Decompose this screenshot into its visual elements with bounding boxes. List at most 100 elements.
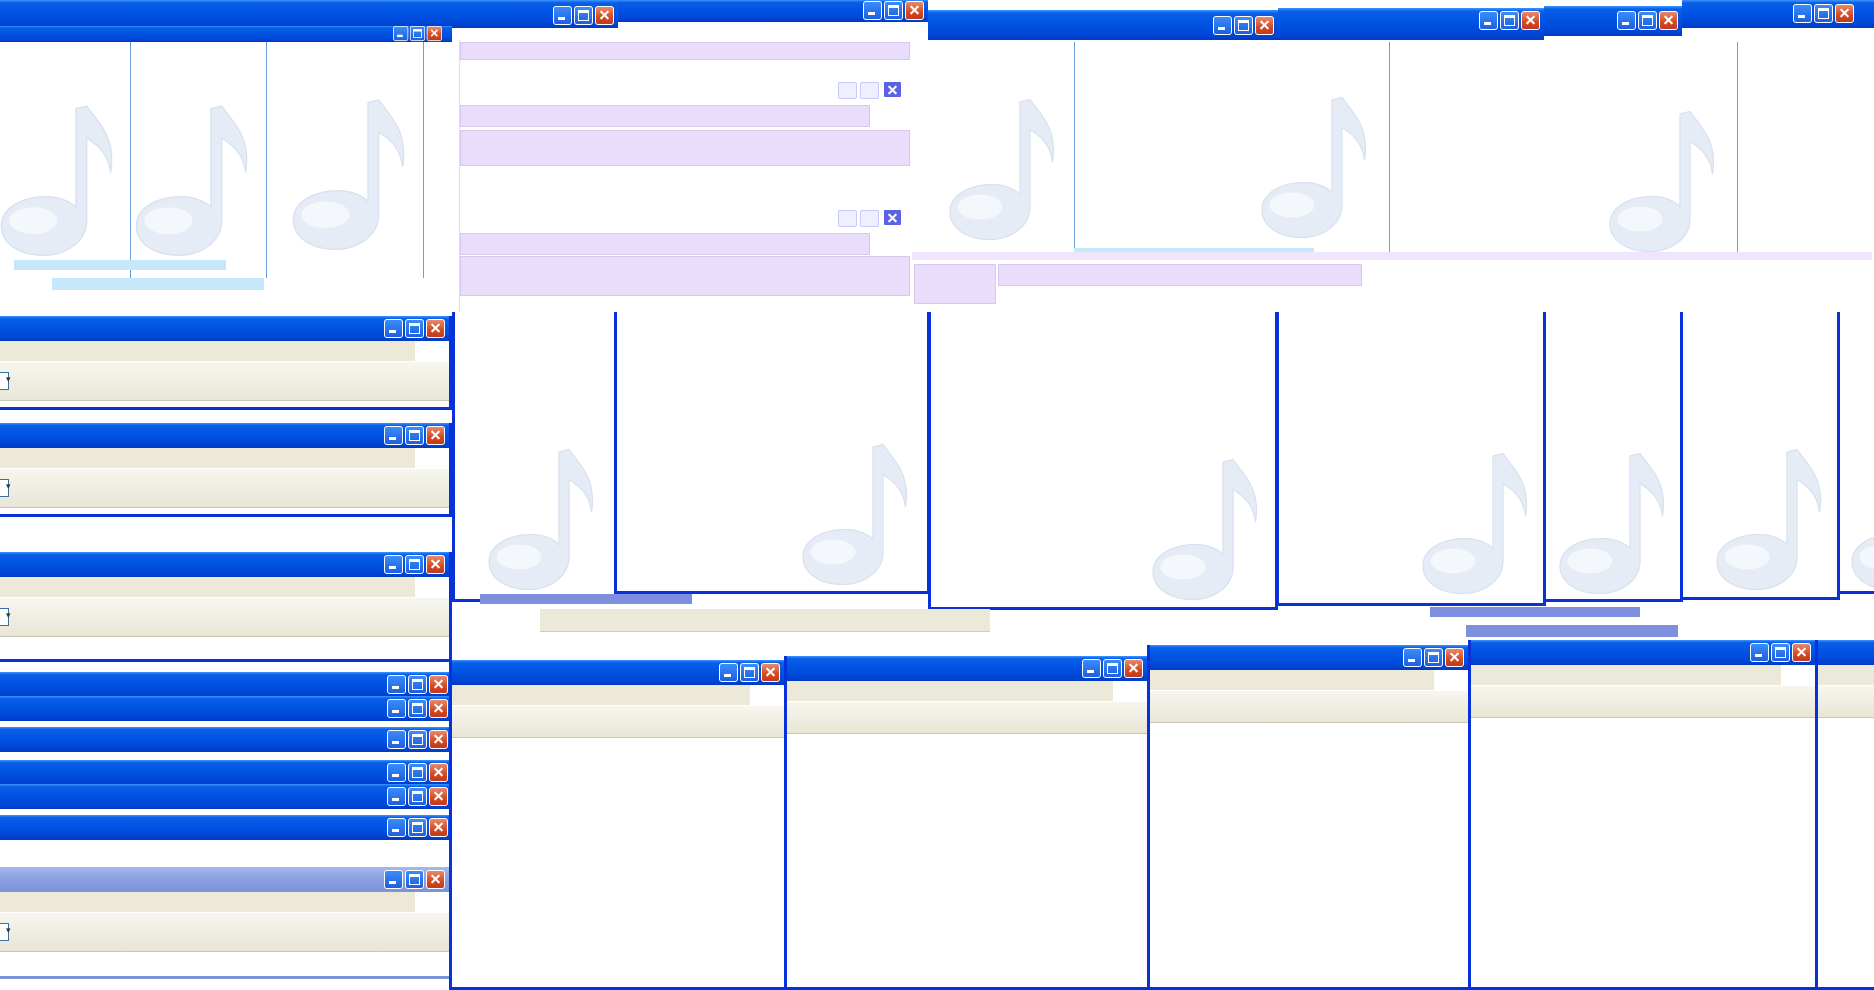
minimize-icon[interactable] [387, 763, 406, 782]
maximize-icon[interactable] [408, 699, 427, 718]
minimize-icon[interactable] [1617, 11, 1636, 30]
title-bar[interactable] [0, 867, 449, 892]
minimize-icon[interactable] [838, 210, 857, 227]
content-area[interactable] [1150, 723, 1468, 987]
close-icon[interactable] [429, 675, 448, 694]
maximize-icon[interactable] [408, 787, 427, 806]
title-bar[interactable] [1544, 6, 1682, 36]
title-bar[interactable] [618, 0, 928, 22]
maximize-icon[interactable] [408, 763, 427, 782]
title-bar[interactable] [0, 727, 452, 752]
title-bar[interactable] [0, 760, 452, 785]
maximize-icon[interactable] [408, 675, 427, 694]
dropdown-arrow-icon[interactable]: ▾ [6, 374, 11, 385]
minimize-icon[interactable] [1479, 11, 1498, 30]
close-icon[interactable] [429, 818, 448, 837]
maximize-icon[interactable] [1500, 11, 1519, 30]
close-icon[interactable] [595, 6, 614, 25]
minimize-icon[interactable] [1403, 648, 1422, 667]
minimize-icon[interactable] [387, 699, 406, 718]
close-icon[interactable] [883, 209, 902, 226]
minimize-icon[interactable] [384, 319, 403, 338]
close-icon[interactable] [1445, 648, 1464, 667]
close-icon[interactable] [426, 870, 445, 889]
title-bar[interactable] [1150, 645, 1468, 670]
close-icon[interactable] [429, 730, 448, 749]
close-icon[interactable] [429, 699, 448, 718]
maximize-icon[interactable] [405, 319, 424, 338]
title-bar[interactable] [1818, 640, 1874, 665]
minimize-icon[interactable] [838, 82, 857, 99]
content-area[interactable] [787, 734, 1147, 987]
close-icon[interactable] [1255, 16, 1274, 35]
title-bar[interactable] [0, 784, 452, 809]
title-bar[interactable] [0, 26, 452, 42]
close-icon[interactable] [426, 555, 445, 574]
content-area[interactable] [1471, 718, 1815, 987]
title-bar[interactable] [0, 696, 452, 721]
title-bar[interactable] [0, 552, 449, 577]
close-icon[interactable] [883, 81, 902, 98]
title-bar[interactable] [0, 423, 449, 448]
content-area[interactable] [452, 738, 784, 987]
title-bar[interactable] [787, 656, 1147, 681]
minimize-icon[interactable] [1082, 659, 1101, 678]
close-icon[interactable] [1835, 4, 1854, 23]
title-bar[interactable] [0, 0, 618, 28]
title-bar[interactable] [1682, 0, 1874, 28]
minimize-icon[interactable] [384, 426, 403, 445]
minimize-icon[interactable] [1213, 16, 1232, 35]
minimize-icon[interactable] [1793, 4, 1812, 23]
maximize-icon[interactable] [884, 1, 903, 20]
dropdown-arrow-icon[interactable]: ▾ [6, 925, 11, 936]
close-icon[interactable] [905, 1, 924, 20]
content-area[interactable] [1818, 718, 1874, 987]
maximize-icon[interactable] [574, 6, 593, 25]
title-bar[interactable] [0, 316, 449, 341]
dropdown-arrow-icon[interactable]: ▾ [6, 610, 11, 621]
minimize-icon[interactable] [387, 787, 406, 806]
title-bar[interactable] [1471, 640, 1815, 665]
minimize-icon[interactable] [553, 6, 572, 25]
close-icon[interactable] [427, 26, 442, 41]
maximize-icon[interactable] [410, 26, 425, 41]
title-bar[interactable] [452, 660, 784, 685]
minimize-icon[interactable] [384, 870, 403, 889]
maximize-icon[interactable] [408, 818, 427, 837]
title-bar[interactable] [928, 10, 1278, 40]
maximize-icon[interactable] [408, 730, 427, 749]
maximize-icon[interactable] [1424, 648, 1443, 667]
minimize-icon[interactable] [387, 730, 406, 749]
minimize-icon[interactable] [719, 663, 738, 682]
title-bar[interactable] [0, 672, 452, 697]
maximize-icon[interactable] [860, 210, 879, 227]
maximize-icon[interactable] [740, 663, 759, 682]
close-icon[interactable] [1659, 11, 1678, 30]
title-bar[interactable] [1278, 8, 1544, 40]
maximize-icon[interactable] [1771, 643, 1790, 662]
minimize-icon[interactable] [387, 675, 406, 694]
close-icon[interactable] [1124, 659, 1143, 678]
title-bar[interactable] [0, 815, 452, 840]
maximize-icon[interactable] [860, 82, 879, 99]
close-icon[interactable] [426, 426, 445, 445]
minimize-icon[interactable] [384, 555, 403, 574]
minimize-icon[interactable] [393, 26, 408, 41]
close-icon[interactable] [429, 787, 448, 806]
maximize-icon[interactable] [1814, 4, 1833, 23]
maximize-icon[interactable] [405, 870, 424, 889]
minimize-icon[interactable] [1750, 643, 1769, 662]
close-icon[interactable] [426, 319, 445, 338]
maximize-icon[interactable] [1234, 16, 1253, 35]
minimize-icon[interactable] [387, 818, 406, 837]
minimize-icon[interactable] [863, 1, 882, 20]
close-icon[interactable] [761, 663, 780, 682]
maximize-icon[interactable] [405, 426, 424, 445]
maximize-icon[interactable] [1103, 659, 1122, 678]
dropdown-arrow-icon[interactable]: ▾ [6, 481, 11, 492]
close-icon[interactable] [1792, 643, 1811, 662]
close-icon[interactable] [429, 763, 448, 782]
close-icon[interactable] [1521, 11, 1540, 30]
maximize-icon[interactable] [405, 555, 424, 574]
maximize-icon[interactable] [1638, 11, 1657, 30]
